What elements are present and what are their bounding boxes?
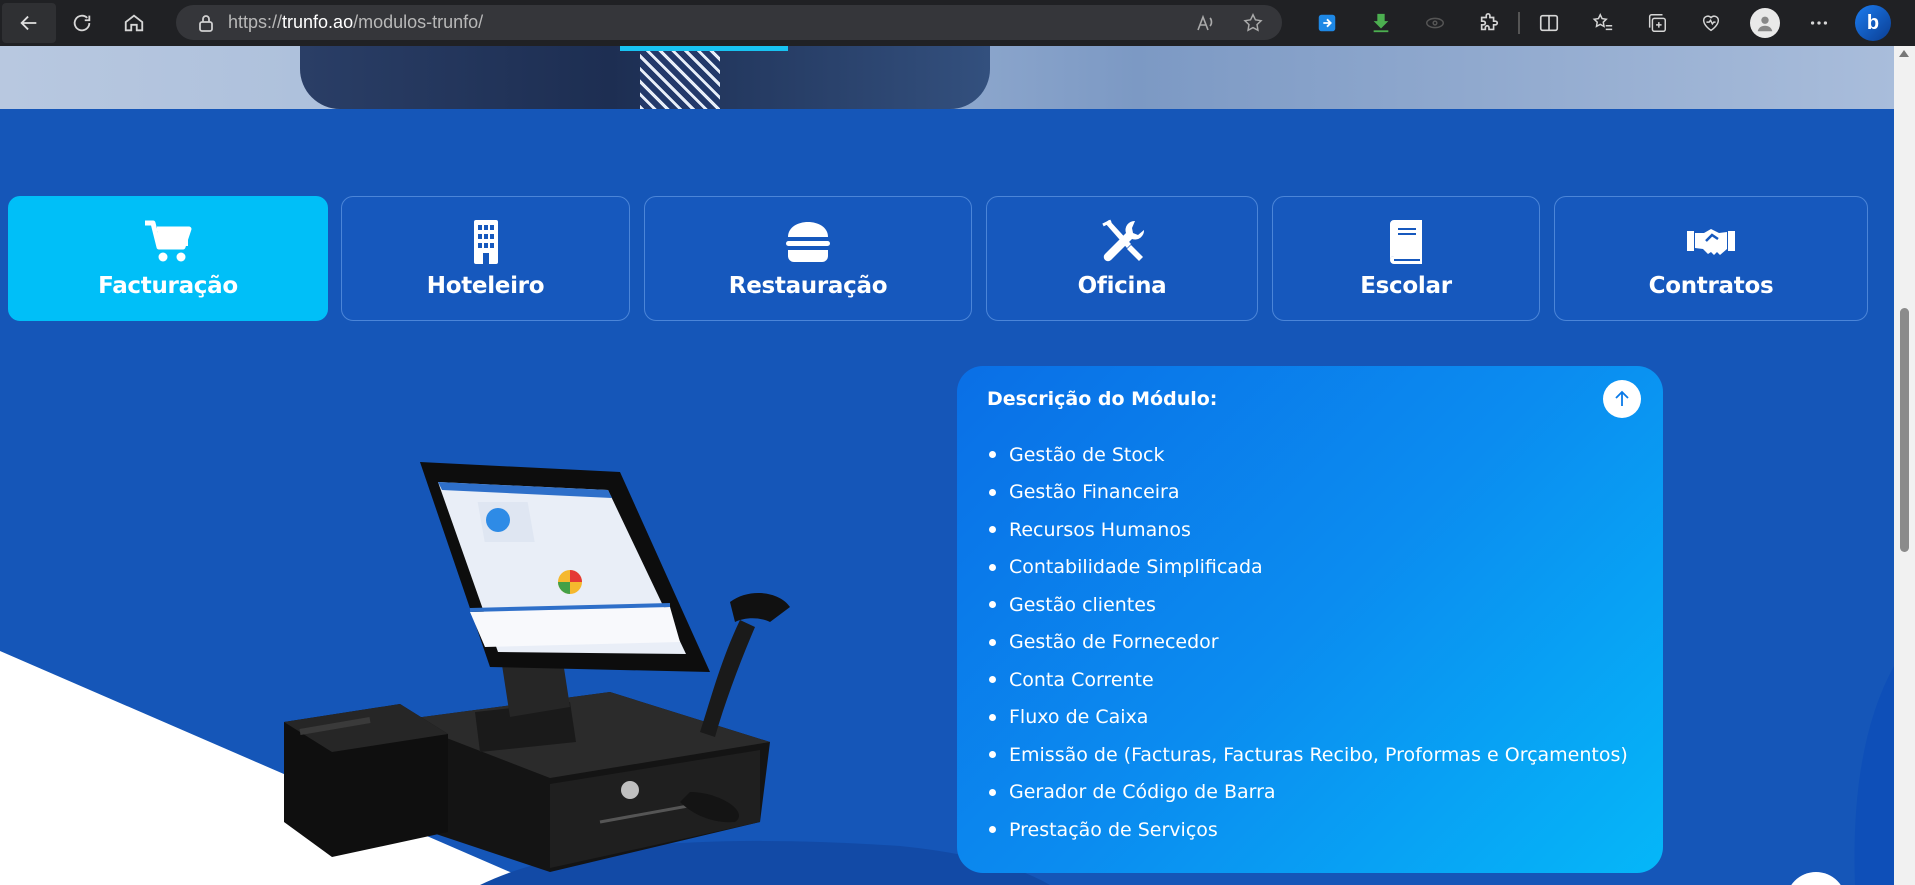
tab-escolar[interactable]: Escolar bbox=[1272, 196, 1540, 321]
extension-button-1[interactable] bbox=[1300, 0, 1354, 46]
tab-label: Facturação bbox=[98, 272, 238, 299]
arrow-left-icon bbox=[20, 15, 37, 31]
pos-terminal-image bbox=[284, 462, 790, 872]
list-item: Gestão Financeira bbox=[987, 474, 1633, 512]
avatar bbox=[1750, 8, 1780, 38]
list-item: Fluxo de Caixa bbox=[987, 699, 1633, 737]
person-icon bbox=[1757, 16, 1773, 32]
tab-label: Oficina bbox=[1077, 272, 1167, 299]
list-item: Emissão de (Facturas, Facturas Recibo, P… bbox=[987, 736, 1633, 774]
home-button[interactable] bbox=[108, 0, 160, 46]
tab-label: Escolar bbox=[1360, 272, 1452, 299]
split-screen-icon bbox=[1539, 14, 1559, 32]
browser-essentials-button[interactable] bbox=[1684, 0, 1738, 46]
burger-icon bbox=[786, 221, 830, 262]
extension-blue-icon bbox=[1318, 14, 1336, 32]
building-icon bbox=[473, 219, 498, 264]
shopping-cart-icon bbox=[145, 220, 192, 261]
feature-list: Gestão de Stock Gestão Financeira Recurs… bbox=[987, 436, 1633, 849]
back-button[interactable] bbox=[2, 3, 56, 43]
list-item: Prestação de Serviços bbox=[987, 811, 1633, 849]
tab-hoteleiro[interactable]: Hoteleiro bbox=[341, 196, 630, 321]
bing-copilot-icon: b bbox=[1855, 5, 1891, 41]
scroll-up-arrow-icon[interactable] bbox=[1899, 50, 1909, 57]
profile-button[interactable] bbox=[1738, 0, 1792, 46]
collections-icon bbox=[1648, 14, 1666, 32]
handshake-icon bbox=[1687, 228, 1735, 255]
lock-icon bbox=[199, 14, 213, 32]
tab-oficina[interactable]: Oficina bbox=[986, 196, 1258, 321]
tab-restauracao[interactable]: Restauração bbox=[644, 196, 972, 321]
tab-facturacao[interactable]: Facturação bbox=[8, 196, 328, 321]
tab-label: Restauração bbox=[728, 272, 888, 299]
module-description-card: Descrição do Módulo: Gestão de Stock Ges… bbox=[957, 366, 1663, 873]
favorite-star-icon[interactable] bbox=[1242, 12, 1264, 34]
favorites-button[interactable] bbox=[1576, 0, 1630, 46]
extension-button-2[interactable] bbox=[1354, 0, 1408, 46]
url-text[interactable]: https://trunfo.ao/modulos-trunfo/ bbox=[228, 12, 483, 33]
download-arrow-icon bbox=[1373, 13, 1389, 33]
tab-contratos[interactable]: Contratos bbox=[1554, 196, 1868, 321]
list-item: Gestão de Fornecedor bbox=[987, 624, 1633, 662]
favorites-list-icon bbox=[1592, 13, 1613, 31]
scrollbar-thumb[interactable] bbox=[1900, 308, 1909, 552]
refresh-icon bbox=[73, 14, 91, 32]
list-item: Gestão de Stock bbox=[987, 436, 1633, 474]
extensions-button[interactable] bbox=[1462, 0, 1516, 46]
tab-label: Hoteleiro bbox=[426, 272, 545, 299]
heart-pulse-icon bbox=[1702, 15, 1720, 32]
split-screen-button[interactable] bbox=[1522, 0, 1576, 46]
arrow-up-icon bbox=[1615, 390, 1629, 406]
scroll-top-button[interactable] bbox=[1603, 380, 1641, 418]
list-item: Contabilidade Simplificada bbox=[987, 549, 1633, 587]
copilot-button[interactable]: b bbox=[1846, 0, 1900, 46]
extension-button-3[interactable] bbox=[1408, 0, 1462, 46]
more-dots-icon bbox=[1810, 21, 1828, 25]
list-item: Conta Corrente bbox=[987, 661, 1633, 699]
collections-button[interactable] bbox=[1630, 0, 1684, 46]
puzzle-icon bbox=[1480, 13, 1499, 31]
list-item: Gestão clientes bbox=[987, 586, 1633, 624]
tab-label: Contratos bbox=[1648, 272, 1774, 299]
list-item: Recursos Humanos bbox=[987, 511, 1633, 549]
book-icon bbox=[1390, 219, 1422, 264]
page-scrollbar[interactable] bbox=[1894, 46, 1915, 885]
home-icon bbox=[124, 14, 144, 32]
browser-toolbar: https://trunfo.ao/modulos-trunfo/ b bbox=[0, 0, 1915, 46]
toolbar-separator bbox=[1518, 12, 1520, 34]
read-aloud-icon[interactable] bbox=[1196, 14, 1216, 32]
address-bar[interactable]: https://trunfo.ao/modulos-trunfo/ bbox=[176, 5, 1282, 40]
tools-icon bbox=[1102, 219, 1145, 261]
more-menu-button[interactable] bbox=[1792, 0, 1846, 46]
description-title: Descrição do Módulo: bbox=[987, 388, 1218, 410]
list-item: Gerador de Código de Barra bbox=[987, 774, 1633, 812]
page-content: Facturação Hoteleiro Restauração Oficina… bbox=[0, 46, 1894, 885]
refresh-button[interactable] bbox=[56, 0, 108, 46]
eye-off-icon bbox=[1426, 17, 1444, 29]
